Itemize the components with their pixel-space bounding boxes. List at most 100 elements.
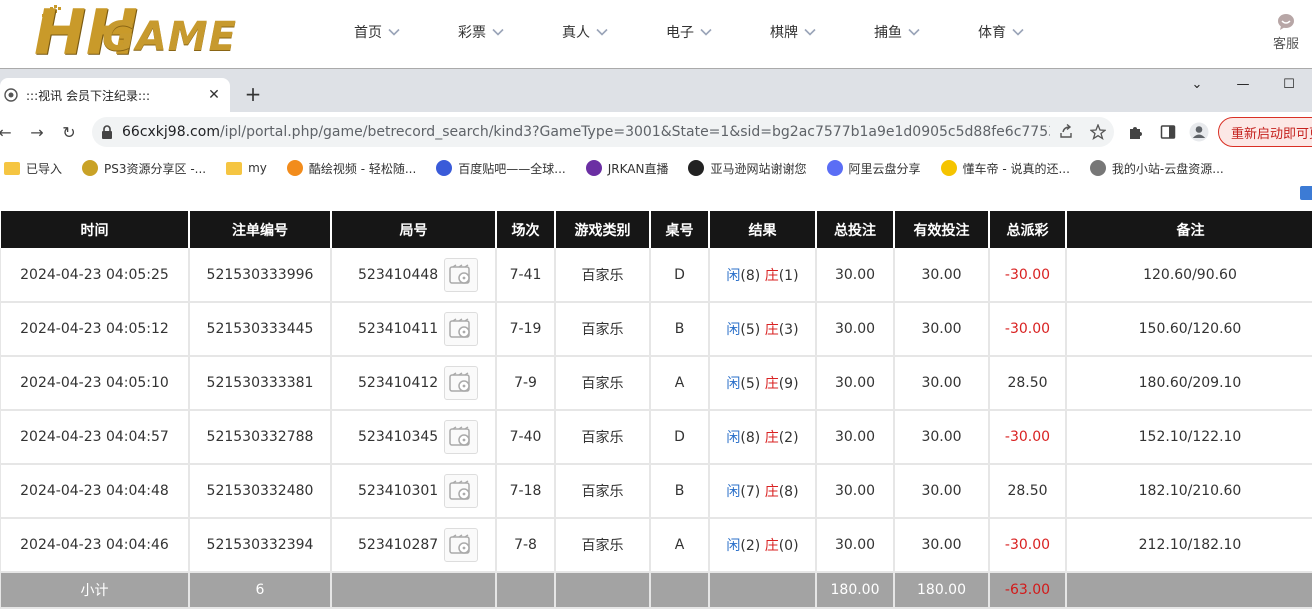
result-cell: 闲(7) 庄(8) [708,464,817,519]
table-row: 2024-04-23 04:05:12 521530333445 523410411… [0,302,1312,357]
restart-to-update-button[interactable]: 重新启动即可更新 [1218,117,1312,147]
bookmark-item[interactable]: my [226,161,267,175]
subtotal-empty [708,571,817,609]
replay-video-icon[interactable] [444,528,479,562]
total-bet[interactable]: 30.00 [815,464,895,519]
nav-item-4[interactable]: 棋牌 [770,22,874,42]
bet-id: 521530332480 [188,464,332,519]
bookmark-item[interactable]: 亚马逊网站谢谢您 [688,160,807,177]
table-row: 2024-04-23 04:05:25 521530333996 523410448… [0,248,1312,303]
site-info-icon[interactable] [92,125,122,139]
forward-arrow-icon[interactable]: → [26,121,48,143]
new-tab-icon[interactable]: + [243,82,263,106]
note: 120.60/90.60 [1065,248,1312,303]
share-icon[interactable] [1050,124,1082,140]
round-cell: 523410448 [330,248,497,303]
subtotal-empty [1065,571,1312,609]
banker-score: (1) [778,267,799,284]
banker-label: 庄 [764,484,779,500]
globe-icon [1089,160,1106,176]
replay-video-icon[interactable] [444,474,479,508]
bookmark-item[interactable]: 已导入 [4,160,62,177]
bet-time: 2024-04-23 04:05:12 [0,302,190,357]
nav-item-6[interactable]: 体育 [978,22,1082,42]
payout: 28.50 [988,356,1067,411]
session: 7-41 [495,248,556,303]
bookmark-label: PS3资源分享区 -... [104,161,207,176]
valid-bet: 30.00 [893,464,990,519]
maximize-icon[interactable]: ☐ [1266,69,1312,99]
bet-id: 521530333996 [188,248,332,303]
dongchedi-icon [940,160,957,176]
subtotal-count: 6 [188,571,332,609]
extensions-puzzle-icon[interactable] [1126,122,1146,142]
bet-time: 2024-04-23 04:05:10 [0,356,190,411]
minimize-icon[interactable]: — [1220,69,1266,99]
bet-time: 2024-04-23 04:05:25 [0,248,190,303]
column-header: 有效投注 [893,211,989,248]
bookmark-item[interactable]: 我的小站-云盘资源... [1089,160,1224,177]
column-header: 桌号 [649,211,709,248]
round-wrap: 523410448 [358,257,495,292]
star-bookmark-icon[interactable] [1082,124,1114,140]
back-arrow-icon[interactable]: ← [0,121,16,143]
reload-icon[interactable]: ↻ [58,121,80,143]
replay-video-icon[interactable] [444,257,479,292]
nav-item-label: 首页 [354,25,382,41]
replay-video-icon[interactable] [444,420,479,454]
bookmark-item[interactable]: 阿里云盘分享 [826,160,921,177]
profile-avatar-icon[interactable] [1189,122,1209,142]
bookmark-label: 懂车帝 - 说真的还... [962,161,1070,176]
total-bet[interactable]: 30.00 [815,248,895,303]
nav-item-0[interactable]: 首页 [354,22,458,42]
nav-item-1[interactable]: 彩票 [458,22,562,42]
payout: -30.00 [988,302,1067,357]
valid-bet: 30.00 [893,356,990,411]
side-panel-icon[interactable] [1158,122,1178,142]
round-cell: 523410301 [330,464,497,519]
nav-item-label: 棋牌 [770,25,798,41]
session: 7-19 [495,302,556,357]
player-score: (8) [740,267,761,284]
payout: -30.00 [988,518,1067,573]
replay-video-icon[interactable] [444,312,479,346]
chevron-down-icon [804,28,816,36]
nav-item-5[interactable]: 捕鱼 [874,22,978,42]
total-bet[interactable]: 30.00 [815,302,895,357]
total-bet[interactable]: 30.00 [815,518,895,573]
player-score: (5) [740,322,761,338]
session: 7-9 [495,356,556,411]
bookmark-item[interactable]: PS3资源分享区 -... [82,160,206,177]
replay-video-icon[interactable] [444,366,479,400]
bookmark-item[interactable]: JRKAN直播 [585,160,668,177]
table-number: B [649,302,710,357]
nav-item-3[interactable]: 电子 [666,22,770,42]
nav-item-2[interactable]: 真人 [562,22,666,42]
bookmark-item[interactable]: 百度贴吧——全球... [436,160,566,177]
tab-close-icon[interactable]: ✕ [206,87,222,103]
bookmark-label: 我的小站-云盘资源... [1111,161,1224,176]
round-number: 523410287 [358,537,439,553]
nav-item-label: 捕鱼 [874,25,902,41]
round-number: 523410448 [358,266,439,283]
column-header: 备注 [1065,211,1312,248]
address-bar[interactable]: 66cxkj98.com/ipl/portal.php/game/betreco… [92,117,1114,147]
customer-service-button[interactable]: 客服 [1266,12,1306,52]
tab-search-chevron-icon[interactable]: ⌄ [1174,69,1220,99]
total-bet[interactable]: 30.00 [815,410,895,465]
browser-tab[interactable]: :::视讯 会员下注纪录::: ✕ [0,78,230,112]
chevron-down-icon [908,28,920,36]
site-logo[interactable]: HH GAME [34,2,296,66]
subtotal-label: 小计 [0,571,190,609]
bookmark-item[interactable]: 酷绘视频 - 轻松随... [286,160,416,177]
banker-score: (2) [778,430,799,446]
scroll-indicator[interactable] [1300,186,1312,200]
table-row: 2024-04-23 04:04:48 521530332480 523410301… [0,464,1312,519]
bookmark-item[interactable]: 懂车帝 - 说真的还... [940,160,1070,177]
total-bet[interactable]: 30.00 [815,356,895,411]
column-header: 总投注 [815,211,894,248]
round-cell: 523410345 [330,410,497,465]
chevron-down-icon [596,28,608,36]
round-cell: 523410287 [330,518,497,573]
subtotal-valid-bet: 180.00 [893,571,990,609]
